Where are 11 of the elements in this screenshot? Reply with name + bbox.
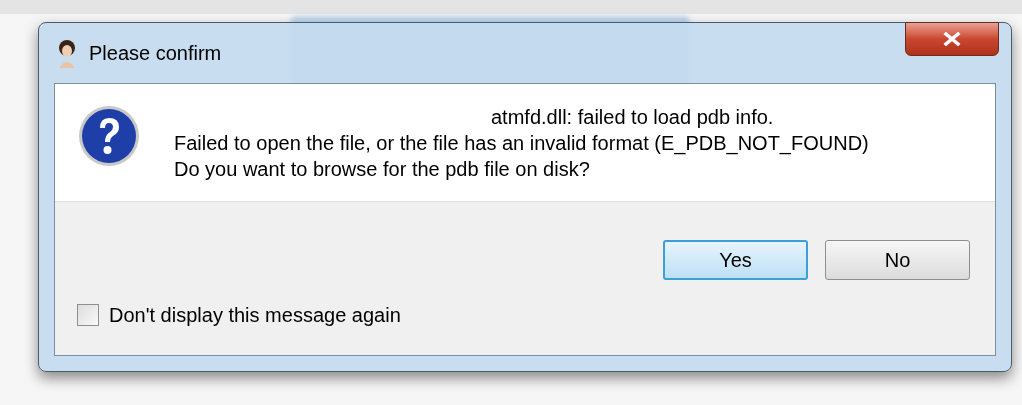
checkbox[interactable] — [77, 304, 99, 326]
close-button[interactable] — [905, 22, 999, 56]
close-icon — [943, 32, 961, 46]
checkbox-label: Don't display this message again — [109, 303, 401, 328]
dialog-button[interactable]: No — [825, 240, 970, 280]
question-icon — [77, 104, 141, 168]
dialog-button[interactable]: Yes — [663, 240, 808, 280]
message-text: Failed to open the file, or the file has an invalid format (E_PDB_NOT_FOUND) — [174, 131, 869, 156]
message-heading: atmfd.dll: failed to load pdb info. — [491, 105, 775, 130]
window-title: Please confirm — [89, 41, 222, 66]
message-text: Do you want to browse for the pdb file on disk? — [174, 157, 591, 182]
